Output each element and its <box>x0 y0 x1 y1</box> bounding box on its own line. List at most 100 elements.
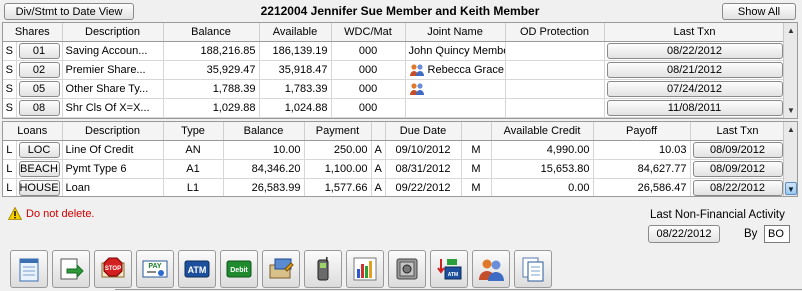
share-id-button[interactable]: 01 <box>18 42 60 59</box>
scroll-down-icon[interactable]: ▼ <box>785 104 797 117</box>
card-edit-button[interactable] <box>262 250 300 288</box>
loan-balance: 10.00 <box>223 140 305 160</box>
scroll-down-icon[interactable]: ▼ <box>785 182 797 195</box>
share-available: 1,024.88 <box>259 98 332 118</box>
col-header-description[interactable]: Description <box>62 23 164 42</box>
col-header-loans[interactable]: Loans <box>3 122 63 141</box>
loan-payment: 1,100.00 <box>304 159 372 179</box>
col-header-wdc-mat[interactable]: WDC/Mat <box>331 23 406 42</box>
share-wdc-mat: 000 <box>331 41 406 61</box>
loan-flag2: M <box>461 178 492 196</box>
col-header-flag1[interactable] <box>371 122 386 141</box>
transfer-button[interactable] <box>52 250 90 288</box>
loan-description: Line Of Credit <box>62 140 164 160</box>
loan-id-button[interactable]: LOC <box>18 141 60 158</box>
share-id-button[interactable]: 08 <box>18 99 60 116</box>
col-header-flag2[interactable] <box>461 122 492 141</box>
last-txn-button[interactable]: 07/24/2012 <box>606 80 783 97</box>
col-header-payoff[interactable]: Payoff <box>593 122 691 141</box>
col-header-payment[interactable]: Payment <box>304 122 372 141</box>
col-header-last-txn[interactable]: Last Txn <box>604 23 786 42</box>
col-header-available-credit[interactable]: Available Credit <box>491 122 594 141</box>
loan-available-credit: 15,653.80 <box>491 159 594 179</box>
col-header-balance[interactable]: Balance <box>223 122 305 141</box>
loan-balance: 26,583.99 <box>223 178 305 196</box>
people-icon[interactable] <box>409 63 425 77</box>
share-available: 35,918.47 <box>259 60 332 80</box>
loan-available-credit: 4,990.00 <box>491 140 594 160</box>
col-header-due-date[interactable]: Due Date <box>385 122 462 141</box>
share-balance: 1,788.39 <box>163 79 260 99</box>
atm-transfer-icon: ATM <box>437 259 462 280</box>
last-txn-button[interactable]: 08/21/2012 <box>606 61 783 78</box>
shares-scrollbar[interactable]: ▲ ▼ <box>783 23 797 118</box>
last-txn-button[interactable]: 08/22/2012 <box>692 179 783 196</box>
loan-payoff: 26,586.47 <box>593 178 691 196</box>
scroll-up-icon[interactable]: ▲ <box>785 123 797 136</box>
share-last-txn-cell: 11/08/2011 <box>604 98 786 118</box>
documents-icon <box>522 257 544 282</box>
loan-flag2: M <box>461 159 492 179</box>
share-last-txn-cell: 08/22/2012 <box>604 41 786 61</box>
svg-text:STOP: STOP <box>105 266 121 272</box>
stop-icon: STOP <box>101 257 125 278</box>
col-header-od-protection[interactable]: OD Protection <box>505 23 605 42</box>
loan-id-cell: LOC <box>16 140 63 160</box>
col-header-last-txn[interactable]: Last Txn <box>690 122 786 141</box>
scroll-up-icon[interactable]: ▲ <box>785 24 797 37</box>
shares-grid[interactable]: Shares Description Balance Available WDC… <box>2 22 798 119</box>
pay-button[interactable]: PAY <box>136 250 174 288</box>
loan-description: Loan <box>62 178 164 196</box>
share-row[interactable]: S 08 Shr Cls Of X=X... 1,029.88 1,024.88… <box>3 98 786 118</box>
loan-id-button[interactable]: BEACH <box>18 160 60 177</box>
loan-due-date: 09/10/2012 <box>385 140 462 160</box>
loan-id-button[interactable]: HOUSE <box>18 179 60 196</box>
col-header-description[interactable]: Description <box>62 122 164 141</box>
loan-payoff: 84,627.77 <box>593 159 691 179</box>
people-icon[interactable] <box>409 82 425 96</box>
share-row[interactable]: S 05 Other Share Ty... 1,788.39 1,783.39… <box>3 79 786 99</box>
share-available: 186,139.19 <box>259 41 332 61</box>
share-row[interactable]: S 01 Saving Accoun... 188,216.85 186,139… <box>3 41 786 61</box>
share-id-button[interactable]: 05 <box>18 80 60 97</box>
action-toolbar: STOP PAY ATM Debit ATM <box>10 250 552 290</box>
col-header-type[interactable]: Type <box>163 122 224 141</box>
pay-icon: PAY <box>142 260 168 278</box>
svg-text:ATM: ATM <box>188 265 207 275</box>
loans-scrollbar[interactable]: ▲ ▼ <box>783 122 797 196</box>
phone-button[interactable] <box>304 250 342 288</box>
loan-row[interactable]: L HOUSE Loan L1 26,583.99 1,577.66 A 09/… <box>3 178 786 196</box>
loan-type: L1 <box>163 178 224 196</box>
col-header-shares[interactable]: Shares <box>3 23 63 42</box>
loans-grid[interactable]: Loans Description Type Balance Payment D… <box>2 121 798 197</box>
debit-button[interactable]: Debit <box>220 250 258 288</box>
loan-row[interactable]: L LOC Line Of Credit AN 10.00 250.00 A 0… <box>3 140 786 160</box>
notepad-button[interactable] <box>10 250 48 288</box>
share-row[interactable]: S 02 Premier Share... 35,929.47 35,918.4… <box>3 60 786 80</box>
last-txn-button[interactable]: 11/08/2011 <box>606 99 783 116</box>
atm-transfer-button[interactable]: ATM <box>430 250 468 288</box>
safe-button[interactable] <box>388 250 426 288</box>
col-header-balance[interactable]: Balance <box>163 23 260 42</box>
div-stmt-to-date-view-button[interactable]: Div/Stmt to Date View <box>4 3 134 20</box>
loan-payment: 1,577.66 <box>304 178 372 196</box>
row-type: L <box>3 178 17 196</box>
documents-button[interactable] <box>514 250 552 288</box>
last-txn-button[interactable]: 08/09/2012 <box>692 160 783 177</box>
row-type: S <box>3 41 17 61</box>
last-txn-button[interactable]: 08/09/2012 <box>692 141 783 158</box>
stop-payment-button[interactable]: STOP <box>94 250 132 288</box>
show-all-button[interactable]: Show All <box>722 3 796 20</box>
by-label: By <box>744 228 758 240</box>
col-header-available[interactable]: Available <box>259 23 332 42</box>
last-txn-button[interactable]: 08/22/2012 <box>606 42 783 59</box>
chart-button[interactable] <box>346 250 384 288</box>
loan-row[interactable]: L BEACH Pymt Type 6 A1 84,346.20 1,100.0… <box>3 159 786 179</box>
col-header-joint-name[interactable]: Joint Name <box>405 23 506 42</box>
loan-available-credit: 0.00 <box>491 178 594 196</box>
share-id-button[interactable]: 02 <box>18 61 60 78</box>
loan-type: AN <box>163 140 224 160</box>
atm-button[interactable]: ATM <box>178 250 216 288</box>
contacts-button[interactable] <box>472 250 510 288</box>
last-activity-date-button[interactable]: 08/22/2012 <box>648 225 720 243</box>
